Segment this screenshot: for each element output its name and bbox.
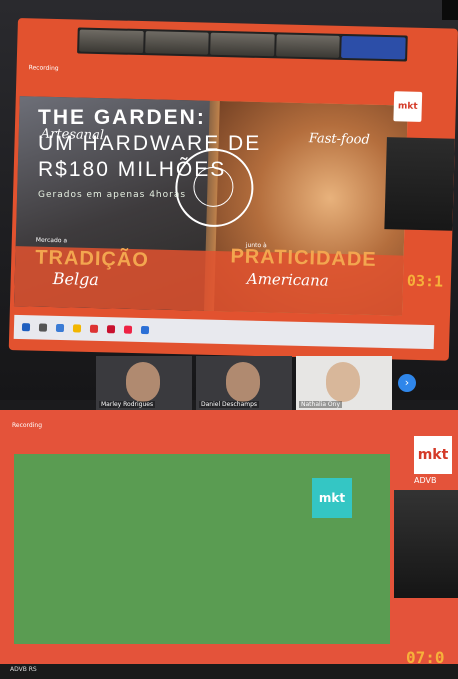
monitor-corner xyxy=(442,0,458,20)
video-thumbnail[interactable] xyxy=(275,34,341,58)
folder-icon[interactable] xyxy=(72,324,82,333)
recording-label: Recording xyxy=(12,422,43,429)
lower-screen: Recording mkt mkt ADVB 07:0 xyxy=(0,410,458,672)
participant-name: Nathalia Ony xyxy=(299,401,342,408)
slide-line-3: R$180 MILHÕES xyxy=(38,158,227,181)
participant-strip: Marley Rodrigues Daniel Deschamps Nathal… xyxy=(96,356,418,410)
footer-label: ADVB RS xyxy=(10,666,37,673)
start-icon[interactable] xyxy=(21,323,31,332)
search-icon[interactable] xyxy=(38,323,48,332)
app-icon[interactable] xyxy=(89,324,99,333)
slide-subtitle: Gerados em apenas 4horas xyxy=(38,190,187,200)
slide-title: THE GARDEN: xyxy=(38,106,206,129)
next-page-icon[interactable]: › xyxy=(398,374,416,392)
avatar xyxy=(226,362,260,402)
presenter-video xyxy=(384,137,455,231)
chrome-icon[interactable] xyxy=(123,325,133,334)
video-thumbnail[interactable] xyxy=(341,35,406,60)
recording-label: Recording xyxy=(28,64,59,73)
mkt-logo: mkt xyxy=(414,436,452,474)
video-thumbnail[interactable] xyxy=(144,31,209,55)
mkt-card-logo: mkt xyxy=(312,478,352,518)
avatar xyxy=(326,362,360,402)
video-thumbnail[interactable] xyxy=(210,32,275,57)
slide-script-right: Fast-food xyxy=(308,131,371,148)
avatar xyxy=(126,362,160,402)
countdown-timer: 03:1 xyxy=(406,271,444,291)
slide-word-praticidade: PRATICIDADE xyxy=(230,245,377,271)
participant-name: Daniel Deschamps xyxy=(199,401,260,408)
presenter-video xyxy=(394,490,458,598)
slide-caption-left: Mercado a xyxy=(35,236,68,245)
slide-word-americana: Americana xyxy=(246,269,329,290)
edge-icon[interactable] xyxy=(55,323,65,333)
slide-word-belga: Belga xyxy=(52,269,100,290)
office-icon[interactable] xyxy=(106,325,116,334)
mkt-logo: mkt xyxy=(393,91,423,122)
participant-tile[interactable]: Marley Rodrigues xyxy=(96,356,192,410)
participant-tile[interactable]: Daniel Deschamps xyxy=(196,356,292,410)
participant-name: Marley Rodrigues xyxy=(99,401,156,408)
bottom-bar xyxy=(0,664,458,679)
zoom-icon[interactable] xyxy=(140,325,150,335)
upper-monitor: Recording Artesanal Fast-food Mercado a … xyxy=(0,0,458,400)
advb-label: ADVB xyxy=(414,476,437,485)
video-thumbnail-strip xyxy=(77,27,408,62)
slide-line-2: UM HARDWARE DE xyxy=(38,132,262,155)
participant-tile[interactable]: Nathalia Ony xyxy=(296,356,392,410)
video-thumbnail[interactable] xyxy=(79,29,144,54)
